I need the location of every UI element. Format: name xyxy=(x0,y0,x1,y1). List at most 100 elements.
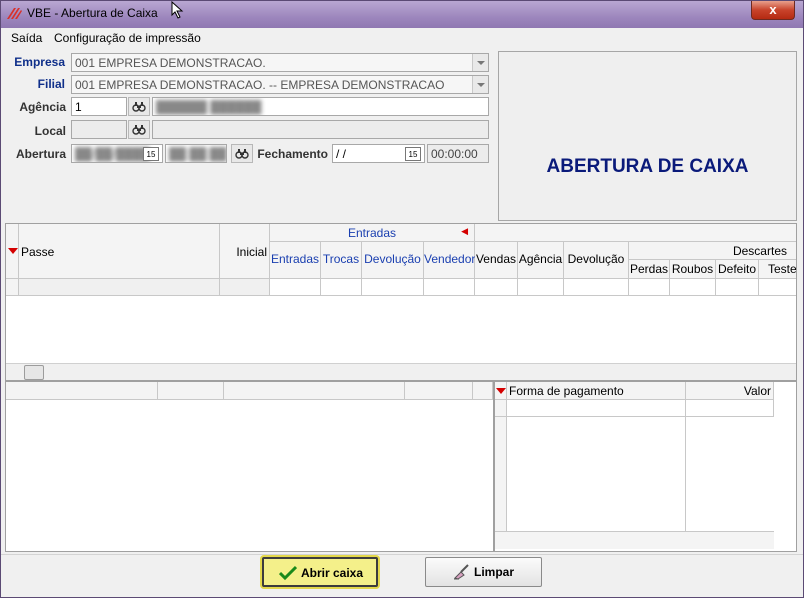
col-defeito-label: Defeito xyxy=(717,262,757,276)
agencia-search-button[interactable] xyxy=(128,97,150,116)
local-code-field[interactable] xyxy=(71,120,127,139)
menu-item-configuracao-impressao[interactable]: Configuração de impressão xyxy=(54,31,201,45)
agencia-label: Agência xyxy=(19,100,66,114)
col-roubos-header[interactable]: Roubos xyxy=(670,260,716,279)
filter-cell-inicial[interactable] xyxy=(220,279,270,296)
details-col-header[interactable] xyxy=(224,382,405,400)
details-grid[interactable] xyxy=(5,381,494,552)
col-inicial-header[interactable]: Inicial xyxy=(220,224,270,279)
col-agencia-label: Agência xyxy=(518,252,563,266)
caixa-grid[interactable]: Passe Inicial Entradas ◀ Entradas Trocas… xyxy=(5,223,797,381)
col-valor-header[interactable]: Valor xyxy=(686,382,774,400)
filter-cell[interactable] xyxy=(759,279,796,296)
empresa-select[interactable]: 001 EMPRESA DEMONSTRACAO. xyxy=(71,53,489,72)
binoculars-icon xyxy=(132,125,146,135)
filter-cell[interactable] xyxy=(475,279,518,296)
chevron-down-icon[interactable] xyxy=(472,54,488,71)
local-name-field[interactable] xyxy=(152,120,489,139)
button-bar: Abrir caixa Limpar xyxy=(1,554,803,597)
local-search-button[interactable] xyxy=(128,120,150,139)
details-col-header[interactable] xyxy=(405,382,473,400)
details-col-header[interactable] xyxy=(158,382,224,400)
grid-row-indicator-header xyxy=(6,224,19,279)
filial-select[interactable]: 001 EMPRESA DEMONSTRACAO. -- EMPRESA DEM… xyxy=(71,75,489,94)
col-defeito-header[interactable]: Defeito xyxy=(716,260,759,279)
col-perdas-header[interactable]: Perdas xyxy=(629,260,670,279)
sort-marker-icon xyxy=(496,388,506,394)
entradas-group-header[interactable]: Entradas ◀ xyxy=(270,224,475,242)
payment-row-indicator-header xyxy=(495,382,507,400)
chevron-down-icon[interactable] xyxy=(472,76,488,93)
payment-filter-cell[interactable] xyxy=(686,400,774,417)
abertura-time-field[interactable]: ██:██:██ xyxy=(165,144,227,163)
descartes-group-header[interactable]: Descartes xyxy=(629,242,796,260)
abertura-label: Abertura xyxy=(15,147,66,161)
fechamento-label: Fechamento xyxy=(257,147,328,161)
fechamento-time-field[interactable]: 00:00:00 xyxy=(427,144,489,163)
col-vendedor-label: Vendedor xyxy=(424,252,476,266)
filter-cell[interactable] xyxy=(629,279,670,296)
grid-header-filler xyxy=(475,224,796,242)
col-forma-pagamento-label: Forma de pagamento xyxy=(509,384,624,398)
filter-cell-passe[interactable] xyxy=(19,279,220,296)
col-entradas-label: Entradas xyxy=(270,252,320,266)
payment-filter-cell[interactable] xyxy=(507,400,686,417)
payment-grid[interactable]: Forma de pagamento Valor xyxy=(494,381,797,552)
scrollbar-thumb[interactable] xyxy=(24,365,44,380)
details-col-header[interactable] xyxy=(473,382,493,400)
filter-cell[interactable] xyxy=(270,279,321,296)
filter-cell[interactable] xyxy=(716,279,759,296)
calendar-icon[interactable]: 15 xyxy=(143,147,159,161)
col-vendas-label: Vendas xyxy=(475,252,517,266)
entradas-group-label: Entradas xyxy=(347,226,397,240)
limpar-label: Limpar xyxy=(474,565,515,579)
title-bar[interactable]: VBE - Abertura de Caixa x xyxy=(1,1,803,28)
filter-cell[interactable] xyxy=(321,279,362,296)
abertura-search-button[interactable] xyxy=(231,144,253,163)
payment-footer-row xyxy=(495,531,774,549)
col-devolucao-entrada-label: Devolução xyxy=(364,252,421,266)
checkmark-icon xyxy=(279,565,297,581)
col-agencia-header[interactable]: Agência xyxy=(518,242,564,279)
col-devolucao-entrada-header[interactable]: Devolução xyxy=(362,242,424,279)
banner-title: ABERTURA DE CAIXA xyxy=(546,156,749,177)
agencia-code-field[interactable]: 1 xyxy=(71,97,127,116)
mouse-cursor-icon xyxy=(171,1,184,19)
horizontal-scrollbar[interactable] xyxy=(6,363,796,380)
agencia-name-field[interactable]: ██████ ██████ xyxy=(152,97,489,116)
limpar-button[interactable]: Limpar xyxy=(425,557,542,587)
filter-cell[interactable] xyxy=(670,279,716,296)
col-passe-header[interactable]: Passe xyxy=(19,224,220,279)
col-devolucao-label: Devolução xyxy=(567,252,625,266)
abrir-caixa-button[interactable]: Abrir caixa xyxy=(262,557,378,587)
filter-cell[interactable] xyxy=(362,279,424,296)
filter-cell[interactable] xyxy=(424,279,475,296)
close-button[interactable]: x xyxy=(751,1,795,20)
eraser-broom-icon xyxy=(454,564,469,580)
main-window: VBE - Abertura de Caixa x Saída Configur… xyxy=(0,0,804,598)
col-vendas-header[interactable]: Vendas xyxy=(475,242,518,279)
filter-cell[interactable] xyxy=(518,279,564,296)
menu-item-saida[interactable]: Saída xyxy=(11,31,42,45)
col-vendedor-header[interactable]: Vendedor xyxy=(424,242,475,279)
col-forma-pagamento-header[interactable]: Forma de pagamento xyxy=(507,382,686,400)
binoculars-icon xyxy=(132,102,146,112)
col-devolucao-header[interactable]: Devolução xyxy=(564,242,629,279)
binoculars-icon xyxy=(235,149,249,159)
col-trocas-header[interactable]: Trocas xyxy=(321,242,362,279)
agencia-code-value: 1 xyxy=(75,100,82,114)
sort-marker-icon xyxy=(8,248,18,254)
payment-indicator-column xyxy=(495,417,507,531)
calendar-icon[interactable]: 15 xyxy=(405,147,421,161)
filter-cell[interactable] xyxy=(564,279,629,296)
col-teste-header[interactable]: Teste xyxy=(759,260,796,279)
filial-value: 001 EMPRESA DEMONSTRACAO. -- EMPRESA DEM… xyxy=(75,78,445,92)
col-entradas-header[interactable]: Entradas xyxy=(270,242,321,279)
abertura-date-field[interactable]: ██/██/████ 15 xyxy=(71,144,163,163)
fechamento-date-field[interactable]: / / 15 xyxy=(332,144,425,163)
details-col-header[interactable] xyxy=(6,382,158,400)
collapse-arrow-icon[interactable]: ◀ xyxy=(461,226,468,237)
app-logo-icon xyxy=(7,8,22,19)
col-passe-label: Passe xyxy=(21,245,55,259)
filial-label: Filial xyxy=(37,77,65,91)
